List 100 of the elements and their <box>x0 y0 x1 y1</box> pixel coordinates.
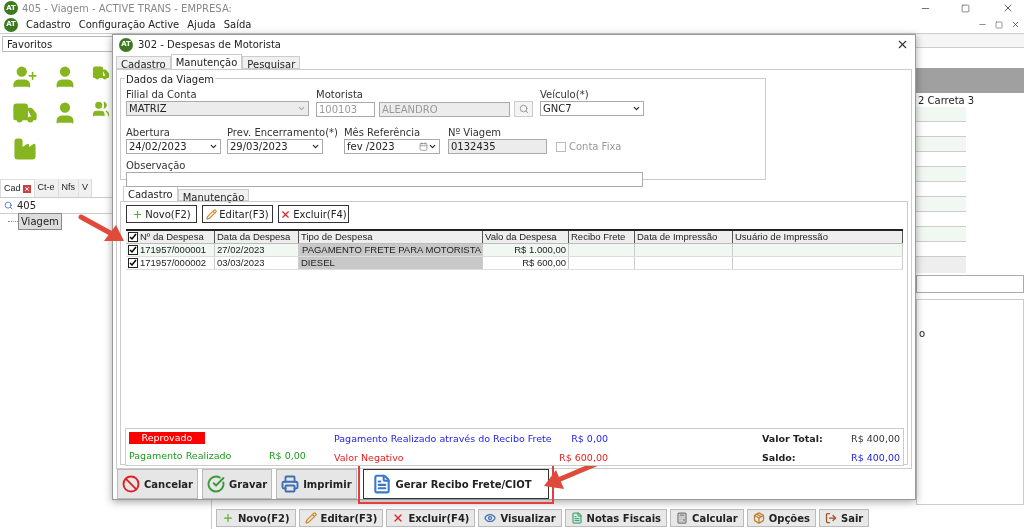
tab[interactable]: Ct-e <box>34 179 59 197</box>
toolbar-button[interactable]: Notas Fiscais <box>564 509 668 527</box>
column-header[interactable]: Data da Despesa <box>217 231 291 243</box>
column-header[interactable]: Data de Impressão <box>637 231 718 243</box>
toolbar-button[interactable]: Calcular <box>670 509 744 527</box>
table-cell: PAGAMENTO FRETE PARA MOTORISTA <box>302 245 482 255</box>
toolbar-button[interactable]: Excluir(F4) <box>278 205 349 223</box>
restore-icon[interactable] <box>995 20 1003 29</box>
dropdown-field[interactable]: 29/03/2023 <box>227 139 323 154</box>
exit-icon <box>824 512 837 524</box>
calculator-icon <box>676 512 689 524</box>
column-header[interactable]: Nº da Despesa <box>140 231 204 243</box>
checkbox[interactable] <box>128 232 138 242</box>
toolbar-button[interactable]: Opções <box>746 509 816 527</box>
table-cell: 27/02/2023 <box>217 244 265 256</box>
dropdown-field[interactable]: GNC7 <box>540 101 644 116</box>
summary-label: Saldo: <box>762 451 796 466</box>
column-header: 2 Carreta 3 <box>917 94 976 107</box>
table-row <box>916 137 966 152</box>
field-label: Veículo(*) <box>540 89 590 101</box>
table-row[interactable]: 171957/000001 27/02/2023 PAGAMENTO FRETE PARA MOTORISTA R$ 1.000,00 <box>126 244 903 257</box>
toolbar-button[interactable]: Editar(F3) <box>298 509 384 527</box>
field-label: Prev. Encerramento(*) <box>227 127 338 139</box>
caret-icon <box>209 142 218 151</box>
toolbar-button[interactable]: Sair <box>818 509 870 527</box>
tab[interactable]: Pesquisar <box>242 56 301 69</box>
table-row[interactable]: 171957/000002 03/03/2023 DIESEL R$ 600,00 <box>126 257 903 270</box>
dropdown-field[interactable]: fev /2023 <box>343 139 440 154</box>
field-label: Mês Referência <box>343 127 422 139</box>
table-cell: 171957/000001 <box>140 244 207 256</box>
tab[interactable]: V <box>79 179 93 197</box>
summary-label: Pagamento Realizado através do Recibo Frete <box>334 432 552 446</box>
menu-item[interactable]: Saída <box>223 17 252 32</box>
column-header[interactable]: Usuário de Impressão <box>735 231 828 243</box>
column-header[interactable]: Recibo Frete <box>571 231 626 243</box>
close-icon[interactable] <box>1002 2 1014 14</box>
group-title: Dados da Viagem <box>125 72 216 87</box>
search-icon <box>518 104 529 114</box>
table-cell: DIESEL <box>301 257 335 269</box>
table-cell: 03/03/2023 <box>217 257 265 269</box>
add-person-icon[interactable] <box>12 64 38 90</box>
field-label: Nº Viagem <box>447 127 503 139</box>
action-button[interactable]: Cancelar <box>117 469 199 499</box>
caret-icon <box>427 142 437 151</box>
action-button[interactable]: Gravar <box>202 469 273 499</box>
toolbar-button[interactable]: Novo(F2) <box>216 509 296 527</box>
toolbar-button[interactable]: Editar(F3) <box>202 205 273 223</box>
text-fragment: o <box>919 328 926 339</box>
dropdown-field[interactable]: 24/02/2023 <box>126 139 221 154</box>
close-icon[interactable] <box>896 38 909 51</box>
tab[interactable]: Cadastro <box>116 56 171 69</box>
people-icon[interactable] <box>92 100 110 118</box>
summary-label: Valor Total: <box>762 432 823 446</box>
table-cell: R$ 1.000,00 <box>514 244 566 256</box>
menu-item[interactable]: Cadastro <box>26 17 71 32</box>
dropdown-field[interactable]: MATRIZ <box>126 101 309 116</box>
tab[interactable]: Manutenção <box>177 189 250 201</box>
column-header[interactable]: Valo da Despesa <box>485 231 557 243</box>
toolbar-button[interactable]: Novo(F2) <box>126 205 197 223</box>
status-badge: Reprovado <box>129 432 205 444</box>
truck-icon[interactable] <box>92 64 110 82</box>
annotation-arrow <box>78 214 126 244</box>
maximize-icon[interactable] <box>961 3 970 13</box>
toolbar-button[interactable]: Excluir(F4) <box>386 509 476 527</box>
search-button[interactable] <box>514 101 533 117</box>
factory-icon[interactable] <box>12 136 38 162</box>
caret-icon <box>297 104 306 113</box>
input-field[interactable] <box>126 172 643 187</box>
plus-icon <box>222 512 234 524</box>
menu-item[interactable]: Ajuda <box>187 17 216 32</box>
summary-label: Valor Negativo <box>334 451 404 466</box>
field-label: Conta Fixa <box>568 140 622 153</box>
checkbox[interactable] <box>128 245 138 255</box>
input-field[interactable]: 0132435 <box>447 139 547 154</box>
column-header[interactable]: Tipo de Despesa <box>301 231 373 243</box>
summary-value: R$ 0,00 <box>571 432 608 446</box>
summary-value: R$ 600,00 <box>559 451 608 466</box>
toolbar-button[interactable]: Visualizar <box>478 509 562 527</box>
tab[interactable]: Nfs <box>58 179 80 197</box>
table-cell: R$ 600,00 <box>522 257 566 269</box>
field-label: Filial da Conta <box>126 89 198 101</box>
field-label: Motorista <box>316 89 364 101</box>
input-field[interactable] <box>916 275 1024 293</box>
menu-item[interactable]: Configuração Active <box>78 17 180 32</box>
checkbox[interactable] <box>555 141 566 152</box>
action-button[interactable]: Imprimir <box>276 469 357 499</box>
calendar-icon <box>418 142 428 151</box>
printer-icon <box>281 475 300 493</box>
search-icon <box>4 201 13 210</box>
check-icon <box>207 475 226 493</box>
tab[interactable]: Cad <box>0 179 35 197</box>
caret-icon <box>632 104 641 113</box>
tab[interactable]: Manutenção <box>170 54 243 69</box>
search-field[interactable]: 405 <box>17 198 37 213</box>
pencil-icon <box>206 208 218 220</box>
document-icon <box>371 474 392 494</box>
checkbox[interactable] <box>128 258 138 268</box>
pencil-icon <box>304 512 317 524</box>
document-icon <box>570 512 583 524</box>
tree-item[interactable]: Viagem <box>18 212 62 230</box>
